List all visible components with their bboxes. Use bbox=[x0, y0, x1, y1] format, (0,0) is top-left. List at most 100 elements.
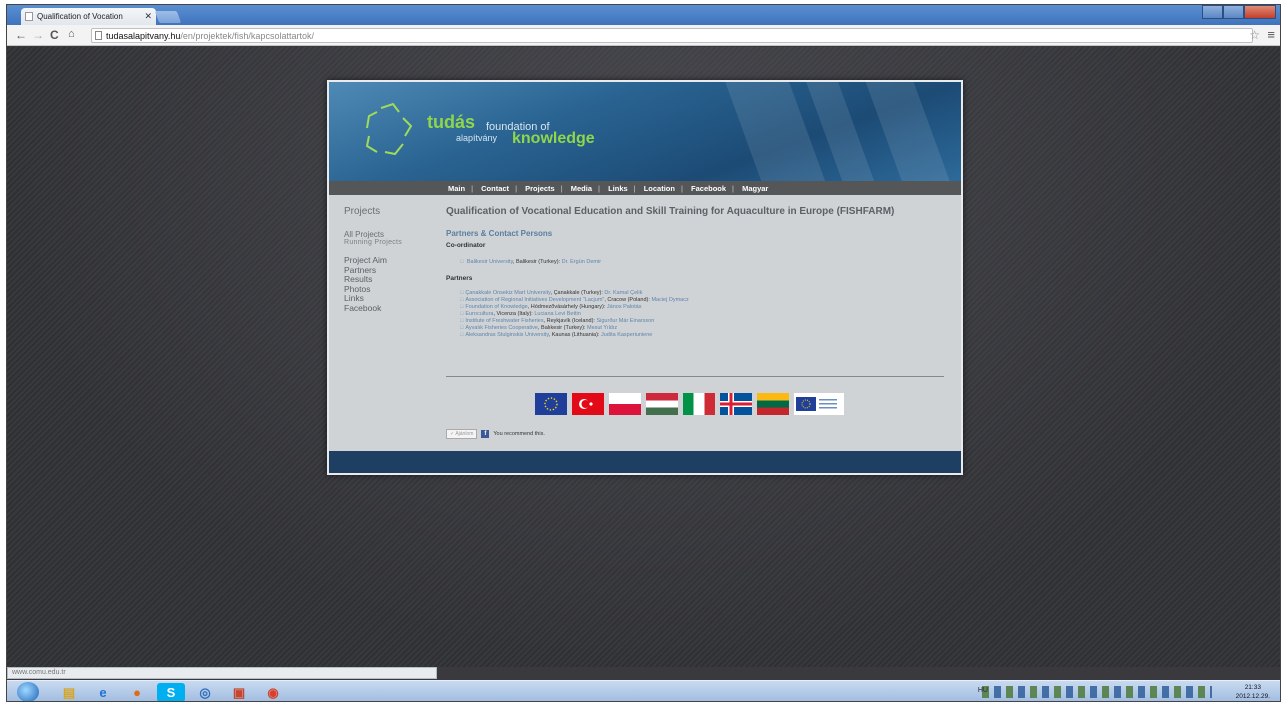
minimize-button[interactable] bbox=[1202, 5, 1223, 19]
foundation-logo-icon[interactable] bbox=[359, 102, 419, 162]
back-arrow-icon[interactable]: ← bbox=[15, 28, 27, 42]
brand-tudas: tudás bbox=[427, 112, 476, 132]
list-item: □ Association of Regional Initiatives Dev… bbox=[446, 297, 946, 304]
like-text: You recommend this. bbox=[493, 431, 545, 437]
nav-location[interactable]: Location bbox=[644, 184, 675, 193]
person-link[interactable]: Dr. Ergün Demir bbox=[562, 259, 601, 265]
org-location: , Vicenza (Italy): bbox=[493, 311, 535, 317]
internet-explorer-icon[interactable]: e bbox=[89, 683, 117, 701]
close-window-button[interactable] bbox=[1243, 5, 1276, 19]
eu-flag-icon bbox=[535, 393, 567, 415]
language-indicator[interactable]: HU bbox=[978, 687, 988, 694]
org-link[interactable]: Eurocultura bbox=[465, 311, 493, 317]
person-link[interactable]: Judita Kasperiuniene bbox=[601, 332, 652, 338]
org-link[interactable]: Balikesir University bbox=[467, 259, 513, 265]
tab-title: Qualification of Vocation bbox=[37, 12, 123, 21]
person-link[interactable]: Maciej Dymacz bbox=[651, 297, 688, 303]
org-link[interactable]: Ayvalık Fisheries Cooperative bbox=[465, 325, 538, 331]
sidebar-item-facebook[interactable]: Facebook bbox=[344, 303, 444, 314]
person-link[interactable]: Mesut Yıldız bbox=[587, 325, 617, 331]
org-link[interactable]: Çanakkale Onsekiz Mart University bbox=[465, 290, 550, 296]
page-title: Qualification of Vocational Education an… bbox=[446, 206, 895, 217]
powerpoint-icon[interactable]: ▣ bbox=[225, 683, 253, 701]
home-icon[interactable]: ⌂ bbox=[68, 28, 75, 40]
site-banner: tudás alapítvány foundation of knowledge bbox=[329, 82, 961, 181]
browser-tab[interactable]: Qualification of Vocation ✕ bbox=[21, 8, 156, 25]
nav-separator: | bbox=[598, 184, 600, 193]
lithuania-flag-icon bbox=[757, 393, 789, 415]
org-location: , Balıkesir (Turkey): bbox=[537, 325, 587, 331]
sidebar-heading: Projects bbox=[344, 206, 381, 217]
app-icon[interactable]: ◎ bbox=[191, 683, 219, 701]
hungary-flag-icon bbox=[646, 393, 678, 415]
sidebar-all-projects[interactable]: All Projects bbox=[344, 230, 444, 239]
new-tab-button[interactable] bbox=[154, 11, 182, 23]
nav-links[interactable]: Links bbox=[608, 184, 628, 193]
facebook-icon: f bbox=[481, 430, 490, 438]
bullet-icon: □ bbox=[460, 290, 464, 296]
page-viewport: tudás alapítvány foundation of knowledge… bbox=[7, 47, 1280, 667]
org-link[interactable]: Association of Regional Initiatives Deve… bbox=[465, 297, 604, 303]
org-location: , Çanakkale (Turkey): bbox=[550, 290, 605, 296]
like-button-label: Ajánlom bbox=[455, 431, 474, 437]
org-location: , Kaunas (Lithuania): bbox=[548, 332, 601, 338]
nav-separator: | bbox=[471, 184, 474, 193]
list-item: □ Çanakkale Onsekiz Mart University, Çana… bbox=[446, 290, 946, 297]
forward-arrow-icon[interactable]: → bbox=[32, 28, 44, 42]
windows-taskbar: ▤ e ● S ◎ ▣ ◉ HU 21:33 2012.12.29. bbox=[7, 680, 1280, 701]
org-link[interactable]: Foundation of Knowledge bbox=[465, 304, 527, 310]
partners-list: □ Çanakkale Onsekiz Mart University, Çana… bbox=[446, 290, 946, 339]
bullet-icon: □ bbox=[460, 311, 464, 317]
list-item: □ Eurocultura, Vicenza (Italy): Luciana L… bbox=[446, 311, 946, 318]
person-link[interactable]: János Palotás bbox=[607, 304, 642, 310]
skype-icon[interactable]: S bbox=[157, 683, 185, 701]
site-container: tudás alapítvány foundation of knowledge… bbox=[327, 80, 963, 475]
italy-flag-icon bbox=[683, 393, 715, 415]
nav-facebook[interactable]: Facebook bbox=[691, 184, 726, 193]
url-host: tudasalapitvany.hu bbox=[106, 31, 181, 41]
section-heading: Partners & Contact Persons bbox=[446, 229, 553, 238]
list-item: □ Ayvalık Fisheries Cooperative, Balıkesi… bbox=[446, 325, 946, 332]
org-location: , Reykjavík (Iceland): bbox=[543, 318, 597, 324]
banner-streak bbox=[856, 82, 961, 181]
maximize-button[interactable] bbox=[1222, 5, 1244, 19]
divider bbox=[446, 376, 944, 377]
site-footer bbox=[329, 451, 961, 473]
person-link[interactable]: Dr. Kamal Çelik bbox=[604, 290, 642, 296]
nav-separator: | bbox=[680, 184, 683, 193]
menu-icon[interactable]: ≡ bbox=[1267, 27, 1275, 42]
list-item: □ Balikesir University, Balikesir (Turke… bbox=[446, 259, 946, 266]
sidebar-running-projects[interactable]: Running Projects bbox=[344, 239, 444, 247]
reload-icon[interactable]: C bbox=[50, 28, 59, 42]
chrome-icon[interactable]: ◉ bbox=[259, 683, 287, 701]
firefox-icon[interactable]: ● bbox=[123, 683, 151, 701]
like-button[interactable]: ✓ Ajánlom bbox=[446, 429, 478, 439]
like-bar: ✓ Ajánlom f You recommend this. bbox=[446, 429, 545, 439]
window-controls bbox=[1202, 5, 1276, 21]
tab-strip: Qualification of Vocation ✕ bbox=[7, 5, 1280, 25]
explorer-icon[interactable]: ▤ bbox=[55, 683, 83, 701]
start-button[interactable] bbox=[17, 682, 39, 701]
main-content: Qualification of Vocational Education an… bbox=[446, 206, 946, 339]
org-link[interactable]: Aleksandras Stulginskis University bbox=[465, 332, 548, 338]
person-link[interactable]: Luciana Levi Bettin bbox=[534, 311, 580, 317]
org-link[interactable]: Institute of Freshwater Fisheries bbox=[465, 318, 543, 324]
bullet-icon: □ bbox=[460, 304, 464, 310]
clock[interactable]: 21:33 2012.12.29. bbox=[1236, 683, 1270, 701]
person-link[interactable]: Sigurður Már Einarsson bbox=[596, 318, 654, 324]
nav-media[interactable]: Media bbox=[571, 184, 592, 193]
page-icon bbox=[95, 31, 102, 40]
clock-date: 2012.12.29. bbox=[1235, 693, 1270, 700]
bookmark-star-icon[interactable]: ☆ bbox=[1249, 28, 1260, 42]
nav-separator: | bbox=[560, 184, 563, 193]
address-bar[interactable]: tudasalapitvany.hu/en/projektek/fish/kap… bbox=[91, 28, 1253, 43]
nav-main[interactable]: Main bbox=[448, 184, 465, 193]
site-nav: Main | Contact | Projects | Media | Links | L… bbox=[329, 181, 961, 195]
url-path: /en/projektek/fish/kapcsolattartok/ bbox=[180, 31, 314, 41]
nav-contact[interactable]: Contact bbox=[481, 184, 509, 193]
partner-flags bbox=[535, 393, 844, 415]
system-tray-icons[interactable] bbox=[982, 686, 1212, 698]
close-tab-icon[interactable]: ✕ bbox=[144, 11, 152, 22]
nav-magyar[interactable]: Magyar bbox=[742, 184, 768, 193]
nav-projects[interactable]: Projects bbox=[525, 184, 555, 193]
